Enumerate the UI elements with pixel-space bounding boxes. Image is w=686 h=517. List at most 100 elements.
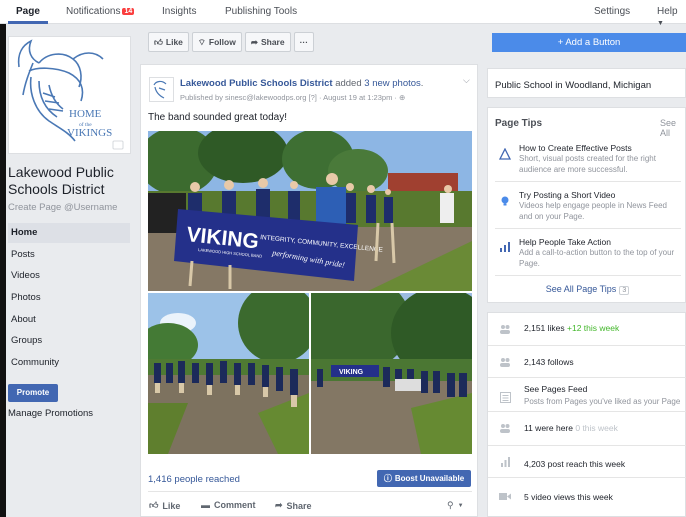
logo-text-home: HOME [69,108,102,120]
boost-unavailable-button[interactable]: ⓘ Boost Unavailable [377,470,471,487]
post-reach-text: 4,203 post reach this week [524,459,626,469]
photos-link[interactable]: 3 new photos [364,78,421,89]
sidebar-item-photos[interactable]: Photos [8,288,130,308]
tip-title-effective-posts[interactable]: How to Create Effective Posts [519,143,632,153]
pyramid-icon [498,147,512,161]
logo-text-vikings: VIKINGS [67,127,112,139]
stat-check-ins[interactable]: 11 were here 0 this week [488,411,686,443]
feed-icon [498,390,512,404]
page-name: Lakewood Public Schools District [8,164,114,197]
post-like-button[interactable]: 👍︎ Like [149,500,180,511]
post-share-label: Share [286,500,312,511]
stat-pages-feed[interactable]: See Pages Feed Posts from Pages you've l… [488,377,686,411]
post-photo-main[interactable]: VIKING LAKEWOOD HIGH SCHOOL BAND INTEGRI… [148,131,472,291]
post-options-chevron-icon[interactable]: ⌵ [463,75,470,86]
profile-picture[interactable]: HOME of the VIKINGS [8,36,131,154]
page-category-text: Public School in Woodland, Michigan [495,80,652,91]
tip-desc-take-action: Add a call-to-action button to the top o… [519,248,675,268]
tab-publishing-tools[interactable]: Publishing Tools [225,6,297,17]
promote-button[interactable]: Promote [8,384,58,402]
tips-see-all-link[interactable]: See All [660,118,685,138]
marching-photo-left [148,293,309,454]
tip-divider [495,228,681,229]
share-arrow-icon: ➦ [250,36,258,47]
band-photo: VIKING LAKEWOOD HIGH SCHOOL BAND INTEGRI… [148,131,472,291]
page-stats-card: 2,151 likes +12 this week 2,143 follows … [487,312,686,517]
sidebar-item-home[interactable]: Home [8,223,130,243]
video-icon [498,489,512,503]
post-comment-button[interactable]: ▬ Comment [201,500,256,510]
post-photo-left[interactable] [148,293,309,454]
tab-notifications-label: Notifications [66,6,121,17]
post-audience-selector[interactable]: ⚲ ▼ [447,500,464,511]
lightbulb-icon [498,194,512,208]
more-options-button[interactable]: ··· [293,32,315,52]
help-menu[interactable]: Help ▼ [657,6,686,28]
page-tips-card: Page Tips See All How to Create Effectiv… [487,107,686,303]
marching-photo-right: VIKING [311,293,472,454]
see-all-page-tips-label: See All Page Tips [545,284,617,294]
stat-video-views[interactable]: 5 video views this week [488,477,686,509]
post-author-avatar[interactable] [149,77,174,102]
follows-count: 2,143 follows [524,357,574,367]
thumbs-up-icon: 👍︎ [154,36,163,47]
page-tips-title: Page Tips [495,118,543,129]
sidebar-item-about[interactable]: About [8,310,130,330]
likes-weekly-change: +12 this week [567,323,620,333]
pages-feed-title: See Pages Feed [524,384,588,394]
share-arrow-icon: ➦ [275,500,283,510]
thumbs-up-icon: 👍︎ [149,500,159,510]
tab-notifications[interactable]: Notifications 14 [66,6,135,17]
notifications-badge: 14 [122,8,135,15]
like-page-label: Like [165,37,183,47]
tip-desc-short-video: Videos help engage people in News Feed a… [519,201,667,221]
page-action-bar: 👍︎ Like ⌔ Follow ➦ Share ··· [148,32,322,52]
viking-logo: HOME of the VIKINGS [17,39,124,150]
help-label: Help [657,6,678,17]
bar-chart-icon [498,455,512,469]
sidebar-item-groups[interactable]: Groups [8,331,130,351]
like-page-button[interactable]: 👍︎ Like [148,32,189,52]
sidebar-item-community[interactable]: Community [8,353,130,373]
tip-title-short-video[interactable]: Try Posting a Short Video [519,190,615,200]
create-username-link[interactable]: Create Page @Username [8,202,117,213]
post-published-by: Published by sinesc@lakewoodps.org [?] ·… [180,93,399,102]
video-views-text: 5 video views this week [524,492,613,502]
likes-stat-text: 2,151 likes +12 this week [524,323,619,333]
post-action-text: added [335,78,362,89]
share-page-label: Share [260,37,285,47]
about-card: Public School in Woodland, Michigan [487,68,686,98]
tip-divider [495,275,681,276]
stat-follows[interactable]: 2,143 follows [488,345,686,377]
post-share-button[interactable]: ➦ Share [275,500,312,511]
tab-page[interactable]: Page [16,6,40,17]
see-all-page-tips-link[interactable]: See All Page Tips 3 [488,284,686,295]
chevron-down-icon: ▼ [457,502,464,509]
info-icon: ⓘ [383,474,392,483]
post-photo-right[interactable]: VIKING [311,293,472,454]
people-icon [498,322,512,336]
settings-link[interactable]: Settings [594,6,630,17]
post-comment-label: Comment [214,500,256,510]
post-author-link[interactable]: Lakewood Public Schools District [180,78,333,89]
comment-bubble-icon: ▬ [201,500,210,510]
add-a-button[interactable]: + Add a Button [492,33,686,52]
boost-label: Boost Unavailable [394,474,465,483]
chevron-down-icon: ▼ [657,20,664,27]
check-ins-weekly: 0 this week [575,423,618,433]
check-ins-count: 11 were here [524,423,573,433]
tip-title-take-action[interactable]: Help People Take Action [519,237,611,247]
tab-insights[interactable]: Insights [162,6,196,17]
manage-promotions-link[interactable]: Manage Promotions [8,408,93,419]
tip-divider [495,181,681,182]
sidebar-item-videos[interactable]: Videos [8,266,130,286]
globe-icon: ⊕ [399,93,406,102]
stat-post-reach[interactable]: 4,203 post reach this week [488,445,686,477]
sidebar-item-posts[interactable]: Posts [8,245,130,265]
follow-button[interactable]: ⌔ Follow [191,32,242,52]
people-reached-link[interactable]: 1,416 people reached [148,474,240,485]
rss-icon: ⌔ [197,36,206,47]
stat-likes[interactable]: 2,151 likes +12 this week [488,313,686,345]
share-page-button[interactable]: ➦ Share [244,32,291,52]
post-card: Lakewood Public Schools District added 3… [140,64,478,517]
